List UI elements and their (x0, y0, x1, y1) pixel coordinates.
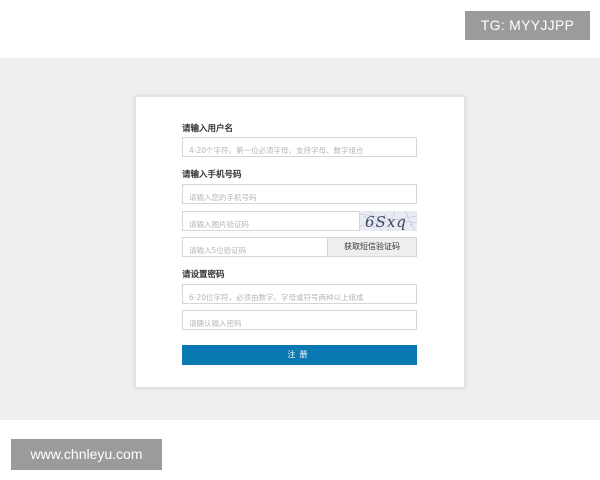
captcha-text: 6Sxq (365, 213, 407, 231)
password-label: 请设置密码 (182, 270, 225, 280)
watermark-badge-bottom: www.chnleyu.com (11, 439, 162, 470)
sms-code-input[interactable] (183, 241, 327, 260)
confirm-password-input[interactable] (183, 314, 416, 333)
username-input[interactable] (183, 141, 416, 160)
image-code-field[interactable] (182, 211, 360, 234)
captcha-graphic: 6Sxq (360, 211, 417, 231)
sms-code-field[interactable] (182, 237, 328, 260)
phone-input[interactable] (183, 188, 416, 207)
get-sms-code-button[interactable]: 获取短信验证码 (327, 237, 417, 257)
register-button[interactable]: 注册 (182, 345, 417, 365)
phone-field[interactable] (182, 184, 417, 207)
phone-label: 请输入手机号码 (182, 170, 242, 180)
username-label: 请输入用户名 (182, 124, 234, 134)
password-field[interactable] (182, 284, 417, 307)
image-code-input[interactable] (183, 215, 359, 234)
watermark-badge-top: TG: MYYJJPP (465, 11, 590, 40)
confirm-password-field[interactable] (182, 310, 417, 333)
password-input[interactable] (183, 288, 416, 307)
captcha-image[interactable]: 6Sxq (360, 211, 417, 231)
username-field[interactable] (182, 137, 417, 160)
